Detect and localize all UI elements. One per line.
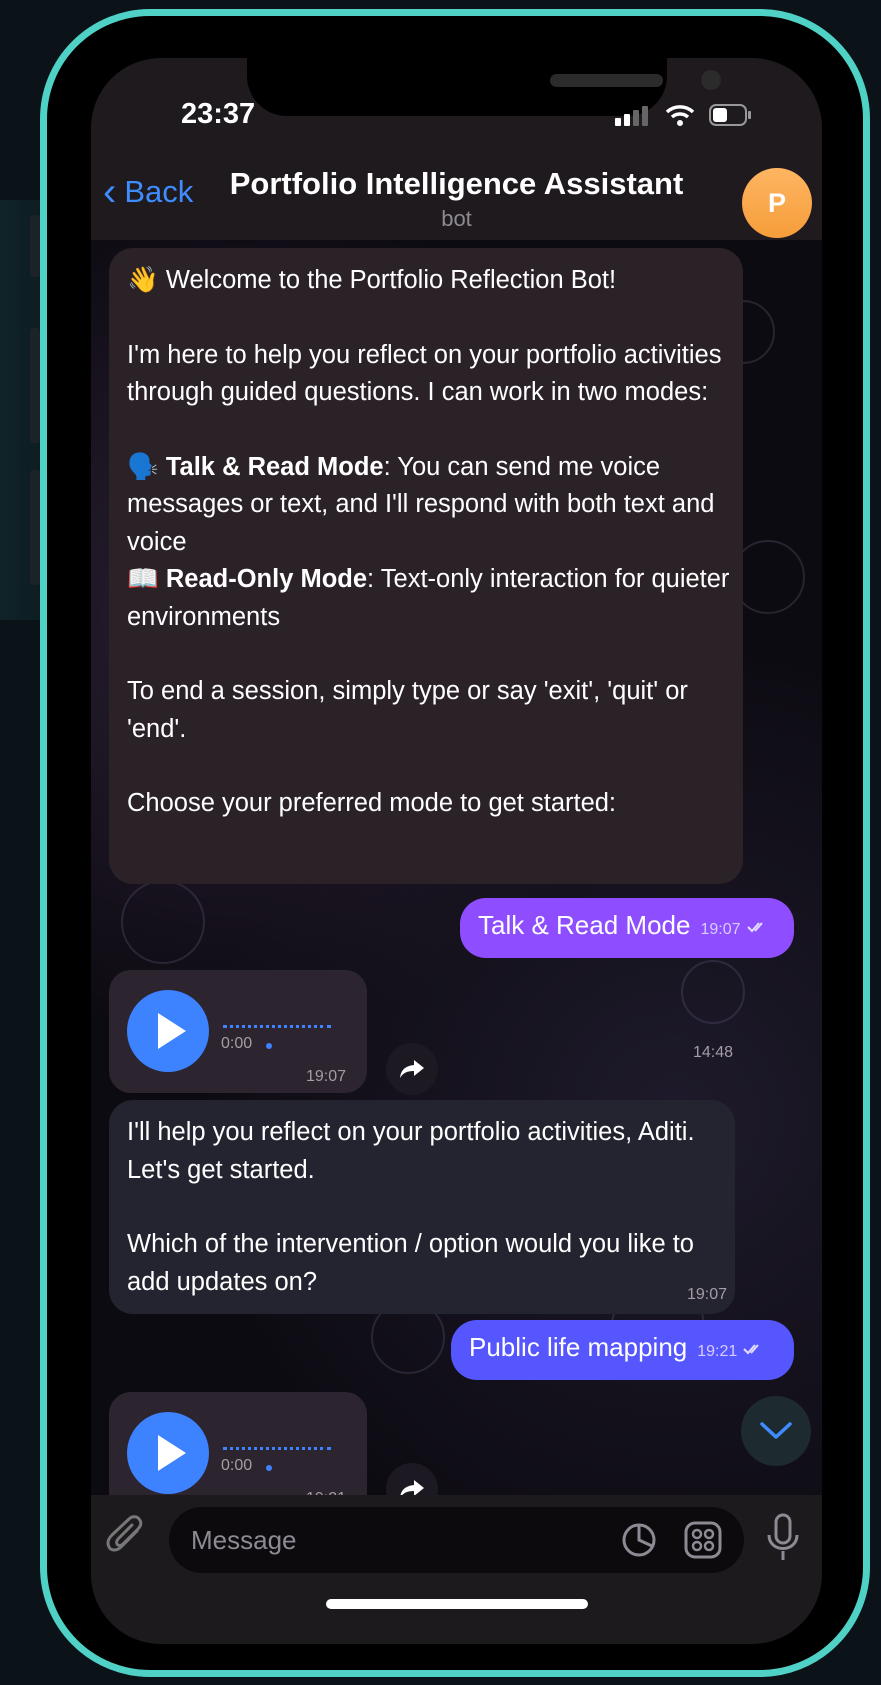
double-check-icon xyxy=(746,922,763,933)
chat-header: 23:37 ‹ Back Portfolio Intelligence Assi… xyxy=(91,58,822,240)
double-check-icon xyxy=(743,1344,760,1355)
user-message-mode: Talk & Read Mode 19:07 xyxy=(460,898,794,958)
chat-title[interactable]: Portfolio Intelligence Assistant xyxy=(91,166,822,202)
bot-menu-icon[interactable] xyxy=(684,1521,722,1559)
message-time: 19:07 xyxy=(687,1286,728,1303)
talk-mode-info: 🗣️ Talk & Read Mode: You can send me voi… xyxy=(127,449,733,562)
waveform xyxy=(223,1447,331,1450)
voice-message: 0:00 19:07 xyxy=(109,970,367,1093)
attach-icon[interactable] xyxy=(105,1515,149,1563)
reply-paragraph-1: I'll help you reflect on your portfolio … xyxy=(127,1118,702,1184)
welcome-message: 👋 Welcome to the Portfolio Reflection Bo… xyxy=(109,248,743,1061)
message-time: 19:07 xyxy=(700,921,741,938)
phone-mute-switch xyxy=(30,215,40,277)
share-arrow-icon xyxy=(400,1060,424,1078)
message-input-bar: Message xyxy=(91,1495,822,1644)
end-session-info: To end a session, simply type or say 'ex… xyxy=(127,677,695,743)
read-mode-info: 📖 Read-Only Mode: Text-only interaction … xyxy=(127,561,733,636)
voice-duration: 0:00 xyxy=(221,1457,253,1474)
message-time: 19:07 xyxy=(306,1068,347,1085)
scroll-down-button[interactable] xyxy=(741,1396,811,1466)
doodle xyxy=(681,960,745,1024)
battery-icon xyxy=(709,104,751,126)
read-mode-name: Read-Only Mode xyxy=(165,565,368,593)
doodle xyxy=(121,880,205,964)
message-placeholder: Message xyxy=(191,1525,297,1555)
unread-dot xyxy=(266,1465,272,1471)
choose-mode-prompt: Choose your preferred mode to get starte… xyxy=(127,789,617,817)
user-message-text: Public life mapping xyxy=(469,1332,688,1362)
speaker xyxy=(550,74,663,87)
speaking-head-icon: 🗣️ xyxy=(127,452,159,481)
voice-duration: 0:00 xyxy=(221,1035,253,1052)
camera xyxy=(701,70,721,90)
wave-icon: 👋 xyxy=(127,266,159,294)
waveform xyxy=(223,1025,331,1028)
message-input[interactable]: Message xyxy=(169,1507,744,1573)
unread-dot xyxy=(266,1043,272,1049)
welcome-text: 👋 Welcome to the Portfolio Reflection Bo… xyxy=(127,262,733,300)
talk-mode-name: Talk & Read Mode xyxy=(165,452,384,481)
phone-volume-up xyxy=(30,328,40,443)
status-time: 23:37 xyxy=(181,98,256,130)
signal-icon xyxy=(615,106,648,126)
welcome-greeting: Welcome to the Portfolio Reflection Bot! xyxy=(165,266,617,294)
welcome-intro: I'm here to help you reflect on your por… xyxy=(127,340,729,407)
message-time: 19:21 xyxy=(697,1343,738,1360)
message-time: 14:48 xyxy=(693,1044,734,1061)
chat-subtitle: bot xyxy=(441,206,472,231)
notch xyxy=(247,58,721,116)
user-message-choice: Public life mapping 19:21 xyxy=(451,1320,794,1380)
sticker-icon[interactable] xyxy=(621,1522,657,1558)
wifi-icon xyxy=(665,105,695,126)
book-icon: 📖 xyxy=(127,565,159,593)
reply-paragraph-2: Which of the intervention / option would… xyxy=(127,1230,702,1296)
status-icons xyxy=(613,100,753,130)
avatar[interactable]: P xyxy=(742,168,812,238)
play-button[interactable] xyxy=(127,990,209,1072)
play-button[interactable] xyxy=(127,1412,209,1494)
phone-screen: 23:37 ‹ Back Portfolio Intelligence Assi… xyxy=(91,58,822,1644)
home-indicator[interactable] xyxy=(326,1599,588,1609)
phone-volume-down xyxy=(30,470,40,585)
bot-reply: I'll help you reflect on your portfolio … xyxy=(109,1100,735,1314)
chevron-down-icon xyxy=(760,1422,792,1439)
forward-button[interactable] xyxy=(386,1043,438,1095)
user-message-text: Talk & Read Mode xyxy=(478,910,691,940)
microphone-icon[interactable] xyxy=(765,1513,801,1563)
